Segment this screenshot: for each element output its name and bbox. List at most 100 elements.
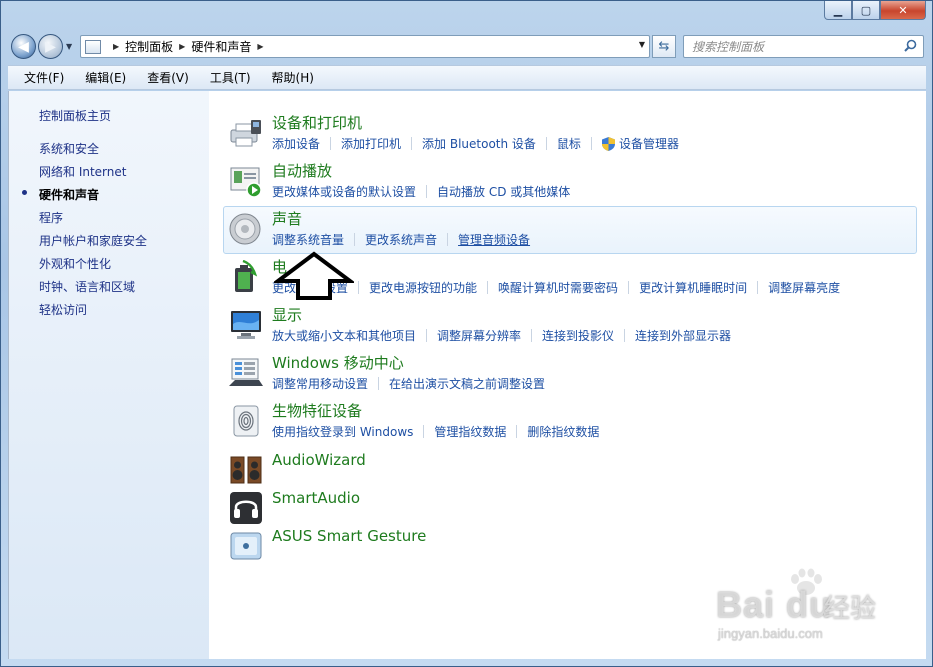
left-link-clock-language-region[interactable]: 时钟、语言和区域	[39, 278, 135, 295]
category-title-asus-smart-gesture[interactable]: ASUS Smart Gesture	[272, 527, 426, 545]
category-title-biometric-devices[interactable]: 生物特征设备	[272, 400, 362, 421]
link-manage-audio-devices[interactable]: 管理音频设备	[458, 231, 530, 248]
link-change-system-sounds[interactable]: 更改系统声音	[365, 231, 437, 248]
breadcrumb-separator-icon[interactable]: ▶	[113, 42, 119, 51]
category-title-autoplay[interactable]: 自动播放	[272, 160, 332, 181]
menu-view[interactable]: 查看(V)	[143, 67, 193, 88]
link-require-password-on-wake[interactable]: 唤醒计算机时需要密码	[498, 279, 618, 296]
close-button[interactable]: ✕	[880, 1, 926, 20]
display-icon[interactable]	[229, 308, 263, 342]
speaker-icon[interactable]	[229, 212, 263, 246]
category-title-smartaudio[interactable]: SmartAudio	[272, 489, 360, 507]
touchpad-icon[interactable]	[229, 529, 263, 563]
breadcrumb-separator-icon[interactable]: ▶	[257, 42, 263, 51]
menu-file[interactable]: 文件(F)	[20, 67, 68, 88]
link-separator	[378, 377, 380, 390]
left-link-appearance[interactable]: 外观和个性化	[39, 255, 111, 272]
watermark-cn: 经验	[824, 594, 877, 624]
baidu-jingyan-watermark: Bai du 经验 jingyan.baidu.com	[706, 566, 906, 646]
breadcrumb-hardware-sound[interactable]: 硬件和声音	[191, 38, 251, 55]
link-login-with-fingerprint[interactable]: 使用指纹登录到 Windows	[272, 423, 413, 440]
category-title-mobility-center[interactable]: Windows 移动中心	[272, 352, 404, 373]
autoplay-icon[interactable]	[229, 164, 263, 198]
link-separator	[624, 329, 626, 342]
category-links: 更改 设置 更改电源按钮的功能 唤醒计算机时需要密码 更改计算机睡眠时间 调整屏幕…	[272, 279, 840, 296]
link-connect-to-projector[interactable]: 连接到投影仪	[542, 327, 614, 344]
forward-button[interactable]: ▶	[38, 34, 63, 59]
link-separator	[447, 233, 449, 246]
link-connect-external-display[interactable]: 连接到外部显示器	[635, 327, 731, 344]
link-add-printer[interactable]: 添加打印机	[341, 135, 401, 152]
menu-edit[interactable]: 编辑(E)	[81, 67, 130, 88]
category-title-display[interactable]: 显示	[272, 304, 302, 325]
left-link-ease-of-access[interactable]: 轻松访问	[39, 301, 87, 318]
menu-help[interactable]: 帮助(H)	[268, 67, 318, 88]
menu-tools[interactable]: 工具(T)	[206, 67, 255, 88]
link-separator	[411, 137, 413, 150]
headphones-icon[interactable]	[229, 491, 263, 525]
category-links: 更改媒体或设备的默认设置 自动播放 CD 或其他媒体	[272, 183, 570, 200]
link-change-default-media-settings[interactable]: 更改媒体或设备的默认设置	[272, 183, 416, 200]
caption-buttons: ▁ ▢ ✕	[824, 1, 926, 20]
link-adjust-system-volume[interactable]: 调整系统音量	[272, 231, 344, 248]
link-separator	[531, 329, 533, 342]
link-separator	[757, 281, 759, 294]
breadcrumb-control-panel[interactable]: 控制面板	[125, 38, 173, 55]
link-make-text-larger-smaller[interactable]: 放大或缩小文本和其他项目	[272, 327, 416, 344]
link-adjust-before-presentation[interactable]: 在给出演示文稿之前调整设置	[389, 375, 545, 392]
link-add-device[interactable]: 添加设备	[272, 135, 320, 152]
history-dropdown-icon[interactable]: ▼	[66, 42, 76, 51]
category-links: 调整常用移动设置 在给出演示文稿之前调整设置	[272, 375, 545, 392]
search-box[interactable]	[683, 35, 924, 58]
left-link-network-internet[interactable]: 网络和 Internet	[39, 163, 126, 180]
link-change-sleep-time[interactable]: 更改计算机睡眠时间	[639, 279, 747, 296]
control-panel-icon	[85, 39, 101, 54]
navigation-bar: ◀ ▶ ▼ ▶ 控制面板 ▶ 硬件和声音 ▶ ▼ ⇆	[1, 31, 932, 63]
annotation-up-arrow-icon	[274, 251, 354, 300]
link-mouse[interactable]: 鼠标	[557, 135, 581, 152]
address-dropdown-icon[interactable]: ▼	[639, 40, 645, 49]
audiowizard-icon[interactable]	[229, 453, 263, 487]
category-links: 放大或缩小文本和其他项目 调整屏幕分辨率 连接到投影仪 连接到外部显示器	[272, 327, 731, 344]
link-device-manager[interactable]: 设备管理器	[619, 135, 679, 152]
link-adjust-screen-resolution[interactable]: 调整屏幕分辨率	[437, 327, 521, 344]
control-panel-home-link[interactable]: 控制面板主页	[39, 107, 111, 124]
link-separator	[330, 137, 332, 150]
watermark-brand: Bai du	[716, 584, 833, 625]
category-title-devices-printers[interactable]: 设备和打印机	[272, 112, 362, 133]
left-link-hardware-sound[interactable]: 硬件和声音	[39, 186, 99, 203]
printer-icon[interactable]	[229, 116, 263, 150]
search-input[interactable]	[692, 39, 892, 54]
link-delete-fingerprint-data[interactable]: 删除指纹数据	[527, 423, 599, 440]
breadcrumb-separator-icon[interactable]: ▶	[179, 42, 185, 51]
left-link-user-accounts[interactable]: 用户帐户和家庭安全	[39, 232, 147, 249]
link-separator	[358, 281, 360, 294]
link-separator	[590, 137, 592, 150]
minimize-button[interactable]: ▁	[824, 1, 852, 20]
back-button[interactable]: ◀	[11, 34, 36, 59]
link-adjust-screen-brightness[interactable]: 调整屏幕亮度	[768, 279, 840, 296]
search-icon[interactable]	[904, 39, 917, 52]
refresh-button[interactable]: ⇆	[652, 35, 676, 58]
link-manage-fingerprint-data[interactable]: 管理指纹数据	[434, 423, 506, 440]
refresh-icon: ⇆	[658, 39, 670, 54]
category-title-sound[interactable]: 声音	[272, 208, 302, 229]
link-separator	[545, 137, 547, 150]
link-autoplay-cd[interactable]: 自动播放 CD 或其他媒体	[437, 183, 570, 200]
left-link-programs[interactable]: 程序	[39, 209, 63, 226]
fingerprint-icon[interactable]	[229, 404, 263, 438]
link-separator	[628, 281, 630, 294]
link-separator	[354, 233, 356, 246]
mobility-center-icon[interactable]	[229, 356, 263, 390]
link-adjust-mobility-settings[interactable]: 调整常用移动设置	[272, 375, 368, 392]
menu-bar: 文件(F) 编辑(E) 查看(V) 工具(T) 帮助(H)	[8, 65, 926, 90]
link-change-power-button[interactable]: 更改电源按钮的功能	[369, 279, 477, 296]
power-icon[interactable]	[229, 260, 263, 294]
address-bar[interactable]: ▶ 控制面板 ▶ 硬件和声音 ▶ ▼	[80, 35, 650, 58]
control-panel-window: ▁ ▢ ✕ ◀ ▶ ▼ ▶ 控制面板 ▶ 硬件和声音 ▶ ▼ ⇆ 文件(F) 编	[0, 0, 933, 667]
category-title-audiowizard[interactable]: AudioWizard	[272, 451, 366, 469]
left-link-system-security[interactable]: 系统和安全	[39, 140, 99, 157]
link-add-bluetooth-device[interactable]: 添加 Bluetooth 设备	[422, 135, 536, 152]
maximize-button[interactable]: ▢	[852, 1, 880, 20]
category-links: 调整系统音量 更改系统声音 管理音频设备	[272, 231, 530, 248]
